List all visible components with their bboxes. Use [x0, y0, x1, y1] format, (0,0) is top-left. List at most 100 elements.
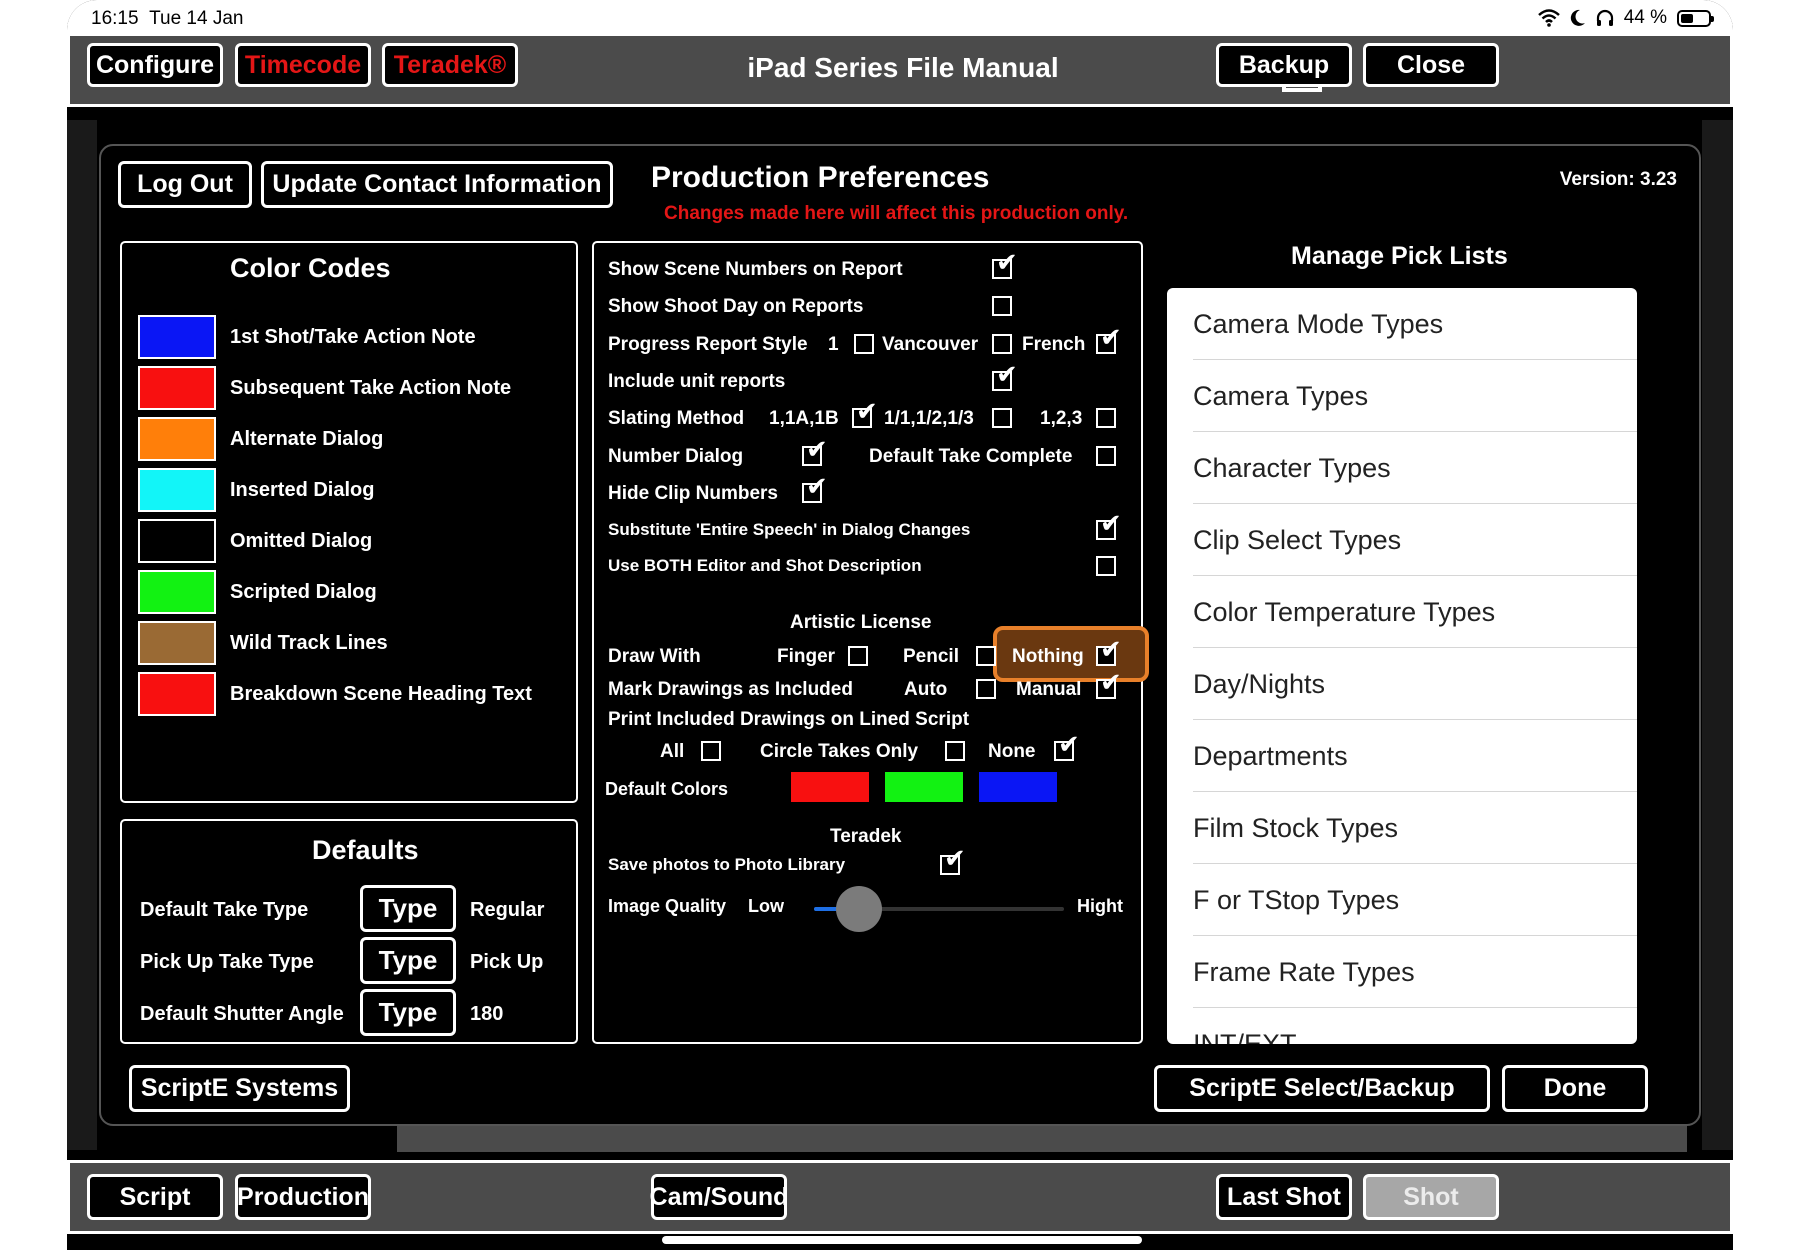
save-photos-checkbox[interactable]: [940, 843, 966, 875]
none-label: None: [988, 741, 1036, 762]
color-code-row[interactable]: Breakdown Scene Heading Text: [138, 672, 532, 716]
background-panel-right: [1702, 120, 1733, 1150]
backup-button[interactable]: Backup: [1216, 43, 1352, 87]
print-included-label: Print Included Drawings on Lined Script: [608, 709, 970, 730]
headphones-icon: [1596, 9, 1613, 26]
show-shoot-day-checkbox[interactable]: [992, 296, 1012, 316]
pick-list-item[interactable]: Day/Nights: [1167, 648, 1637, 720]
default-take-complete-checkbox[interactable]: [1096, 446, 1116, 466]
prs-vancouver-label: Vancouver: [882, 334, 979, 355]
sm-3-checkbox[interactable]: [1096, 408, 1116, 428]
pencil-checkbox[interactable]: [976, 646, 996, 666]
hide-clip-numbers-checkbox[interactable]: [802, 471, 828, 503]
last-shot-button[interactable]: Last Shot: [1216, 1174, 1352, 1220]
all-label: All: [660, 741, 685, 762]
log-out-button[interactable]: Log Out: [118, 161, 252, 208]
use-both-editor-checkbox[interactable]: [1096, 556, 1116, 576]
color-swatch[interactable]: [138, 315, 216, 359]
color-code-row[interactable]: Scripted Dialog: [138, 570, 377, 614]
close-button[interactable]: Close: [1363, 43, 1499, 87]
home-indicator[interactable]: [662, 1236, 1142, 1244]
color-code-row[interactable]: Wild Track Lines: [138, 621, 388, 665]
pick-list-item[interactable]: Frame Rate Types: [1167, 936, 1637, 1008]
shot-button[interactable]: Shot: [1363, 1174, 1499, 1220]
pick-list-item[interactable]: F or TStop Types: [1167, 864, 1637, 936]
color-swatch[interactable]: [138, 570, 216, 614]
color-swatch[interactable]: [138, 519, 216, 563]
default-color-blue[interactable]: [977, 770, 1059, 804]
teradek-button[interactable]: Teradek®: [382, 43, 518, 87]
artistic-license-heading: Artistic License: [790, 612, 932, 633]
include-unit-reports-checkbox[interactable]: [992, 359, 1018, 391]
color-swatch[interactable]: [138, 366, 216, 410]
status-time: 16:15 Tue 14 Jan: [91, 8, 244, 29]
background-panel-bottom: [397, 1126, 1687, 1152]
sm-1-checkbox[interactable]: [852, 396, 878, 428]
pick-list-item[interactable]: Departments: [1167, 720, 1637, 792]
cam-sound-button[interactable]: Cam/Sound: [650, 1174, 788, 1220]
number-dialog-checkbox[interactable]: [802, 434, 828, 466]
none-checkbox[interactable]: [1054, 729, 1080, 761]
default-shutter-angle-button[interactable]: Type: [360, 989, 456, 1036]
circle-takes-only-checkbox[interactable]: [945, 741, 965, 761]
color-codes-panel: Color Codes 1st Shot/Take Action Note Sub…: [120, 241, 578, 803]
all-checkbox[interactable]: [701, 741, 721, 761]
auto-checkbox[interactable]: [976, 679, 996, 699]
color-code-label: Omitted Dialog: [230, 529, 373, 552]
script-button[interactable]: Script: [87, 1174, 223, 1220]
image-quality-slider-handle[interactable]: [836, 886, 882, 932]
color-code-row[interactable]: Inserted Dialog: [138, 468, 374, 512]
prs-1-label: 1: [828, 334, 839, 355]
finger-checkbox[interactable]: [848, 646, 868, 666]
sm-2-label: 1/1,1/2,1/3: [884, 408, 974, 429]
default-color-red[interactable]: [789, 770, 871, 804]
use-both-editor-label: Use BOTH Editor and Shot Description: [608, 556, 922, 575]
prs-vancouver-checkbox[interactable]: [992, 334, 1012, 354]
pick-up-take-type-button[interactable]: Type: [360, 937, 456, 984]
update-contact-button[interactable]: Update Contact Information: [261, 161, 613, 208]
pick-list-item[interactable]: INT/EXT: [1167, 1008, 1637, 1045]
timecode-button[interactable]: Timecode: [235, 43, 371, 87]
scripte-select-backup-button[interactable]: ScriptE Select/Backup: [1154, 1065, 1490, 1112]
manual-checkbox[interactable]: [1096, 667, 1122, 699]
pick-list-item[interactable]: Film Stock Types: [1167, 792, 1637, 864]
default-colors-label: Default Colors: [605, 779, 729, 799]
bottom-toolbar: Script Production Cam/Sound Last Shot Sh…: [67, 1160, 1733, 1234]
teradek-heading: Teradek: [830, 826, 902, 847]
show-scene-numbers-label: Show Scene Numbers on Report: [608, 259, 903, 280]
scripte-systems-button[interactable]: ScriptE Systems: [129, 1065, 350, 1112]
pick-list: Camera Mode Types Camera Types Character T…: [1167, 288, 1637, 1044]
slating-method-label: Slating Method: [608, 408, 745, 429]
color-swatch[interactable]: [138, 468, 216, 512]
nothing-checkbox[interactable]: [1096, 634, 1122, 666]
color-swatch[interactable]: [138, 672, 216, 716]
default-shutter-angle-value: 180: [470, 1003, 504, 1025]
pick-list-item[interactable]: Camera Types: [1167, 360, 1637, 432]
default-color-green[interactable]: [883, 770, 965, 804]
moon-icon: [1570, 9, 1585, 26]
done-button[interactable]: Done: [1502, 1065, 1648, 1112]
substitute-entire-speech-label: Substitute 'Entire Speech' in Dialog Cha…: [608, 520, 971, 539]
prs-french-checkbox[interactable]: [1096, 322, 1122, 354]
version-label: Version: 3.23: [1559, 169, 1677, 190]
color-code-row[interactable]: Omitted Dialog: [138, 519, 372, 563]
circle-takes-only-label: Circle Takes Only: [760, 741, 919, 762]
color-code-row[interactable]: 1st Shot/Take Action Note: [138, 315, 476, 359]
substitute-entire-speech-checkbox[interactable]: [1096, 508, 1122, 540]
show-scene-numbers-checkbox[interactable]: [992, 247, 1018, 279]
color-swatch[interactable]: [138, 417, 216, 461]
sm-2-checkbox[interactable]: [992, 408, 1012, 428]
pick-list-item[interactable]: Clip Select Types: [1167, 504, 1637, 576]
production-button[interactable]: Production: [235, 1174, 371, 1220]
pick-list-item[interactable]: Color Temperature Types: [1167, 576, 1637, 648]
prs-1-checkbox[interactable]: [854, 334, 874, 354]
color-code-row[interactable]: Subsequent Take Action Note: [138, 366, 511, 410]
color-swatch[interactable]: [138, 621, 216, 665]
hide-clip-numbers-label: Hide Clip Numbers: [608, 483, 778, 504]
defaults-panel: Defaults Default Take Type Type Regular …: [120, 819, 578, 1044]
color-code-row[interactable]: Alternate Dialog: [138, 417, 383, 461]
default-take-type-button[interactable]: Type: [360, 885, 456, 932]
configure-button[interactable]: Configure: [87, 43, 223, 87]
pick-list-item[interactable]: Camera Mode Types: [1167, 288, 1637, 360]
pick-list-item[interactable]: Character Types: [1167, 432, 1637, 504]
